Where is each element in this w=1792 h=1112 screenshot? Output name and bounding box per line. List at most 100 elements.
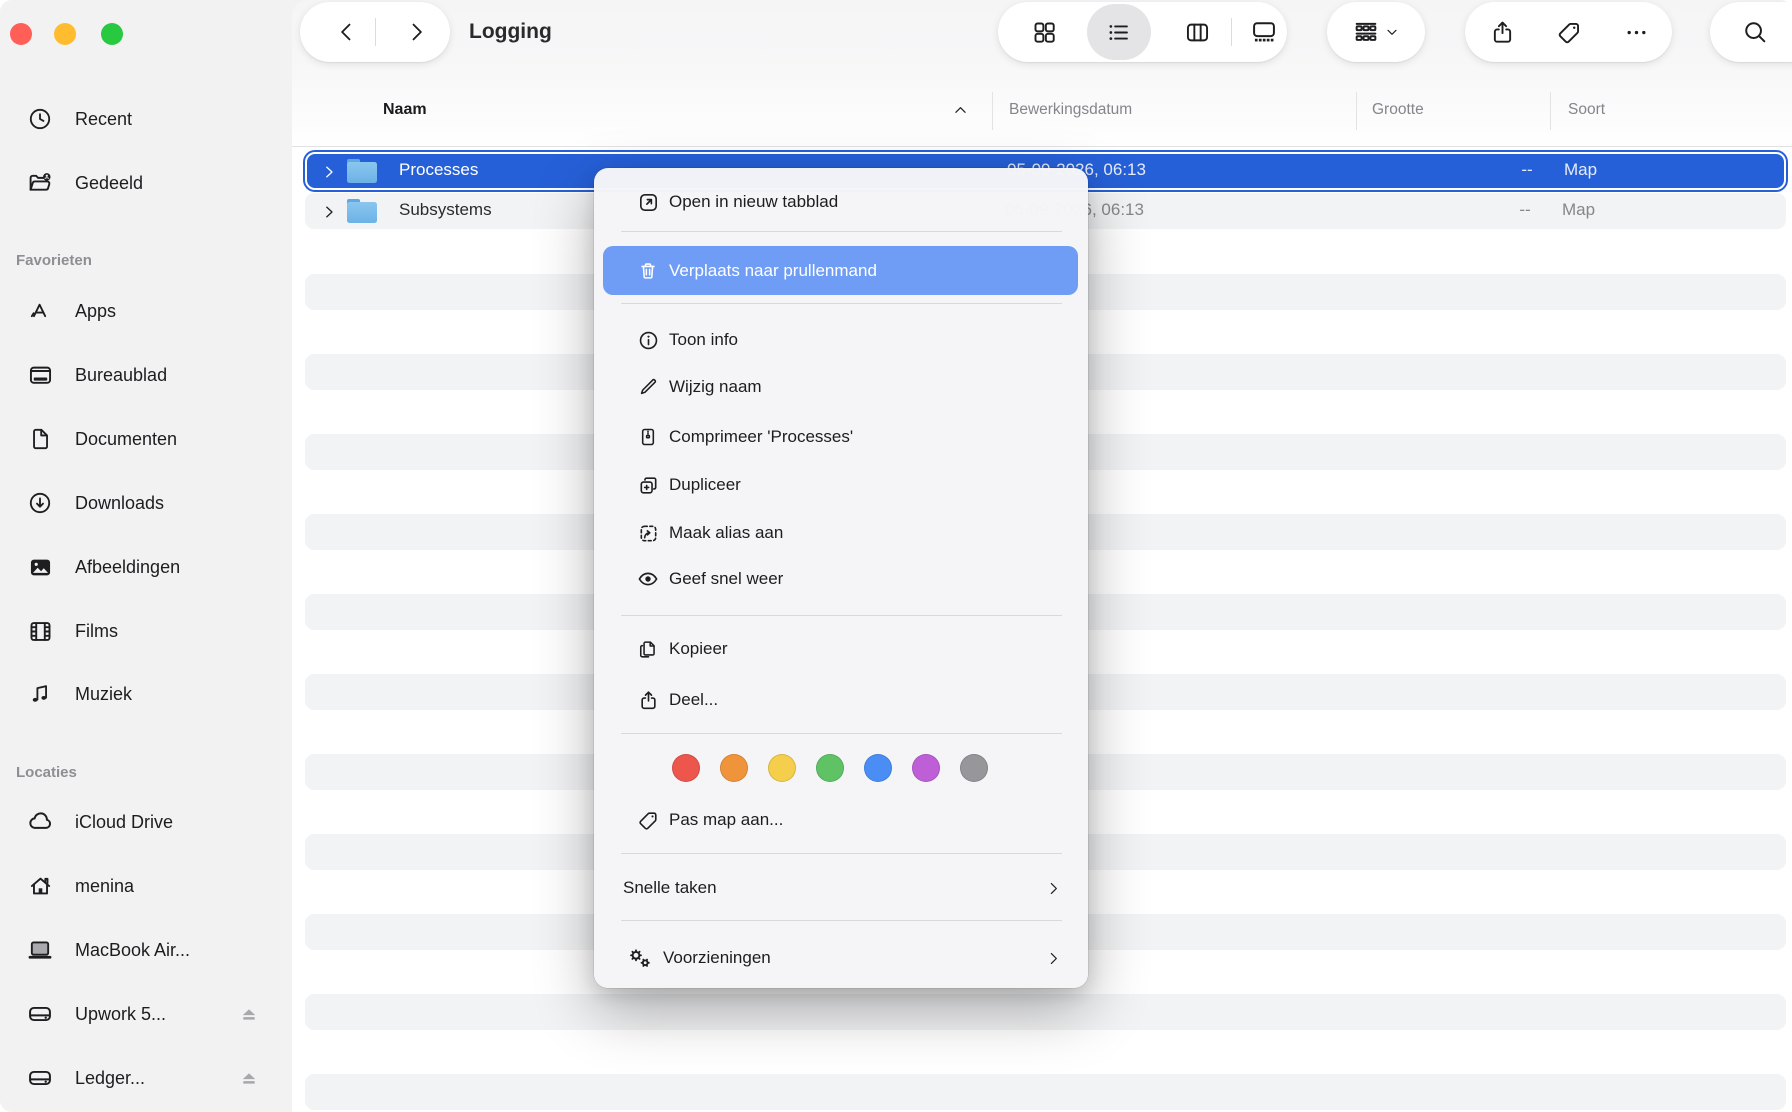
- sidebar-item-label: Upwork 5...: [75, 1004, 166, 1025]
- sidebar-item-upwork-disk[interactable]: Upwork 5...: [0, 992, 292, 1036]
- submenu-chevron-icon: [1045, 950, 1062, 967]
- nav-divider: [375, 18, 376, 46]
- column-view-button[interactable]: [1171, 2, 1223, 62]
- nav-buttons-pill: [300, 2, 450, 62]
- menu-item-compress[interactable]: Comprimeer 'Processes': [594, 413, 1088, 461]
- menu-item-customize-folder[interactable]: Pas map aan...: [594, 796, 1088, 844]
- info-icon: [636, 328, 660, 352]
- back-button[interactable]: [314, 2, 380, 62]
- column-header-grootte[interactable]: Grootte: [1372, 88, 1424, 132]
- list-stripe: [305, 994, 1786, 1030]
- tag-icon: [636, 808, 660, 832]
- laptop-icon: [24, 934, 56, 966]
- eject-icon[interactable]: [238, 1003, 260, 1025]
- eject-icon[interactable]: [238, 1067, 260, 1089]
- tag-color-dot[interactable]: [960, 754, 988, 782]
- trash-icon: [636, 259, 660, 283]
- sidebar-item-apps[interactable]: Apps: [0, 289, 292, 333]
- list-view-button[interactable]: [1088, 2, 1148, 62]
- sidebar-item-label: Apps: [75, 301, 116, 322]
- search-pill: [1710, 2, 1792, 62]
- sidebar-item-gedeeld[interactable]: Gedeeld: [0, 161, 292, 205]
- tag-color-dot[interactable]: [816, 754, 844, 782]
- column-divider[interactable]: [992, 92, 993, 130]
- menu-item-make-alias[interactable]: Maak alias aan: [594, 509, 1088, 557]
- sidebar-item-bureaublad[interactable]: Bureaublad: [0, 353, 292, 397]
- more-options-button[interactable]: [1605, 2, 1667, 62]
- disclosure-chevron-icon[interactable]: [320, 161, 338, 181]
- icon-view-button[interactable]: [1018, 2, 1070, 62]
- actions-pill: [1465, 2, 1672, 62]
- menu-separator: [621, 733, 1062, 734]
- menu-separator: [621, 853, 1062, 854]
- file-size: --: [1485, 200, 1565, 220]
- share-button[interactable]: [1471, 2, 1533, 62]
- sidebar-item-recent[interactable]: Recent: [0, 97, 292, 141]
- tag-color-dot[interactable]: [672, 754, 700, 782]
- sidebar-item-afbeeldingen[interactable]: Afbeeldingen: [0, 545, 292, 589]
- column-divider[interactable]: [1356, 92, 1357, 130]
- sidebar-item-icloud-drive[interactable]: iCloud Drive: [0, 800, 292, 844]
- tag-color-dot[interactable]: [912, 754, 940, 782]
- tag-color-dot[interactable]: [864, 754, 892, 782]
- menu-item-services[interactable]: Voorzieningen: [594, 934, 1088, 982]
- chevron-down-icon: [1384, 24, 1400, 40]
- search-button[interactable]: [1726, 2, 1784, 62]
- forward-button[interactable]: [386, 2, 446, 62]
- group-by-button[interactable]: [1337, 2, 1415, 62]
- tags-button[interactable]: [1538, 2, 1600, 62]
- tag-color-dot[interactable]: [720, 754, 748, 782]
- menu-item-share[interactable]: Deel...: [594, 676, 1088, 724]
- column-divider[interactable]: [1550, 92, 1551, 130]
- zoom-button[interactable]: [101, 23, 123, 45]
- sidebar-item-label: Recent: [75, 109, 132, 130]
- sidebar-item-downloads[interactable]: Downloads: [0, 481, 292, 525]
- hard-drive-icon: [24, 998, 56, 1030]
- gallery-view-button[interactable]: [1238, 2, 1290, 62]
- menu-separator: [621, 231, 1062, 232]
- header-separator: [292, 146, 1792, 147]
- minimize-button[interactable]: [54, 23, 76, 45]
- sidebar-item-macbook-air[interactable]: MacBook Air...: [0, 928, 292, 972]
- copy-icon: [636, 637, 660, 661]
- tag-color-dot[interactable]: [768, 754, 796, 782]
- view-divider: [1231, 18, 1232, 46]
- hard-drive-icon: [24, 1062, 56, 1094]
- close-button[interactable]: [10, 23, 32, 45]
- menu-item-open-new-tab[interactable]: Open in nieuw tabblad: [594, 178, 1088, 226]
- menu-item-move-to-trash[interactable]: Verplaats naar prullenmand: [603, 246, 1078, 295]
- column-header-naam[interactable]: Naam: [383, 88, 427, 132]
- submenu-chevron-icon: [1045, 880, 1062, 897]
- file-name: Processes: [399, 160, 478, 180]
- menu-item-rename[interactable]: Wijzig naam: [594, 363, 1088, 411]
- sidebar-section-favorieten: Favorieten: [16, 252, 92, 269]
- share-icon: [636, 688, 660, 712]
- pencil-icon: [636, 375, 660, 399]
- window-title: Logging: [469, 0, 552, 64]
- list-stripe: [305, 1074, 1786, 1110]
- file-kind: Map: [1564, 160, 1597, 180]
- sidebar-item-menina[interactable]: menina: [0, 864, 292, 908]
- sidebar-item-films[interactable]: Films: [0, 609, 292, 653]
- disclosure-chevron-icon[interactable]: [320, 201, 338, 221]
- sidebar-item-label: Ledger...: [75, 1068, 145, 1089]
- column-header-bewerkingsdatum[interactable]: Bewerkingsdatum: [1009, 88, 1132, 132]
- menu-item-copy[interactable]: Kopieer: [594, 625, 1088, 673]
- sidebar-item-documenten[interactable]: Documenten: [0, 417, 292, 461]
- alias-icon: [636, 521, 660, 545]
- menu-item-quick-look[interactable]: Geef snel weer: [594, 555, 1088, 603]
- column-header-soort[interactable]: Soort: [1568, 88, 1605, 132]
- sidebar-item-muziek[interactable]: Muziek: [0, 672, 292, 716]
- context-menu: Open in nieuw tabblad Verplaats naar pru…: [594, 168, 1088, 988]
- sidebar-item-label: Downloads: [75, 493, 164, 514]
- menu-item-get-info[interactable]: Toon info: [594, 316, 1088, 364]
- sidebar: Recent Gedeeld Favorieten Apps: [0, 0, 292, 1112]
- menu-item-quick-actions[interactable]: Snelle taken: [594, 864, 1088, 912]
- file-name: Subsystems: [399, 200, 492, 220]
- sidebar-item-ledger-disk[interactable]: Ledger...: [0, 1056, 292, 1100]
- sidebar-item-label: MacBook Air...: [75, 940, 190, 961]
- finder-window: Recent Gedeeld Favorieten Apps: [0, 0, 1792, 1112]
- download-icon: [24, 487, 56, 519]
- file-kind: Map: [1562, 200, 1595, 220]
- menu-item-duplicate[interactable]: Dupliceer: [594, 461, 1088, 509]
